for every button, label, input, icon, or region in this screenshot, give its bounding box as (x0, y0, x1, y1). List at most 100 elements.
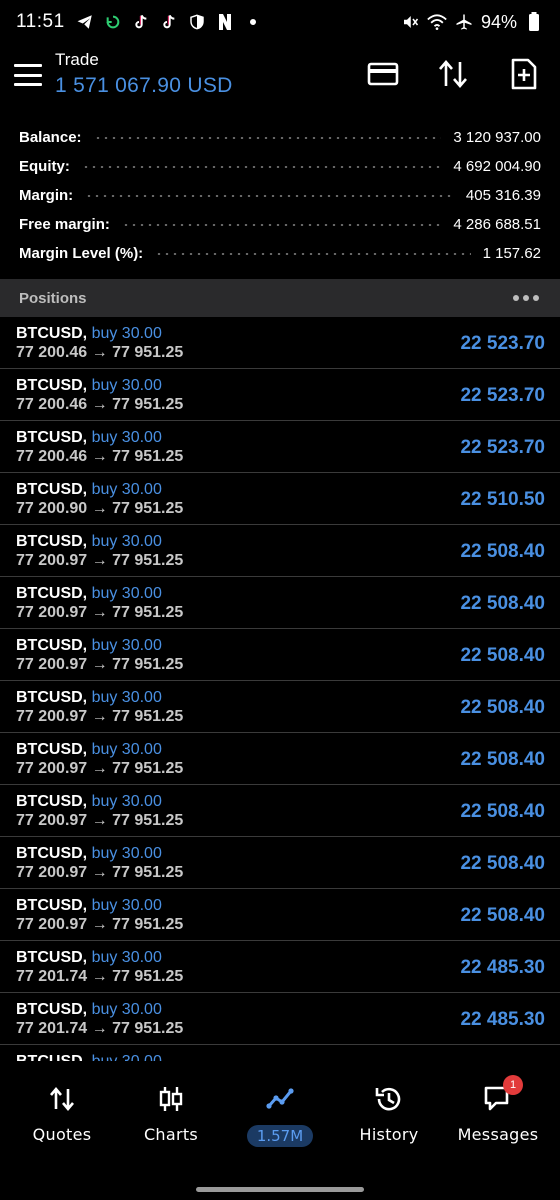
messages-badge: 1 (503, 1075, 523, 1095)
dot-icon (243, 12, 263, 32)
position-symbol: BTCUSD, (16, 377, 88, 394)
position-type: buy 30.00 (92, 1053, 162, 1061)
account-profit: 1 571 067.90 USD (55, 74, 233, 97)
position-row[interactable]: BTCUSD, buy 30.00 77 200.97 → 77 951.25 … (0, 733, 560, 785)
summary-row-margin-level: Margin Level (%): 1 157.62 (0, 239, 560, 268)
position-row[interactable]: BTCUSD, buy 30.00 77 200.97 → 77 951.25 … (0, 629, 560, 681)
position-symbol: BTCUSD, (16, 1001, 88, 1018)
position-symbol: BTCUSD, (16, 637, 88, 654)
nav-quotes[interactable]: Quotes (7, 1083, 117, 1153)
summary-row-free-margin: Free margin: 4 286 688.51 (0, 210, 560, 239)
dotted-leader (155, 252, 471, 255)
position-row[interactable]: BTCUSD, buy 30.00 77 200.97 → 77 951.25 … (0, 837, 560, 889)
position-type: buy 30.00 (91, 741, 162, 758)
position-row[interactable]: BTCUSD, buy 30.00 77 200.97 → 77 951.25 … (0, 577, 560, 629)
nav-trade-label: 1.57M (246, 1125, 314, 1147)
position-symbol: BTCUSD, (16, 481, 88, 498)
summary-label: Balance: (19, 129, 82, 146)
candlestick-icon (155, 1083, 187, 1115)
positions-section-header: Positions (0, 279, 560, 317)
screen: 11:51 94% Trade 1 571 067.90 USD Balance… (0, 0, 560, 1200)
position-row[interactable]: BTCUSD, buy 30.00 (0, 1045, 560, 1061)
position-profit: 22 508.40 (460, 593, 545, 614)
position-profit: 22 508.40 (460, 645, 545, 666)
deposit-button[interactable] (365, 56, 401, 92)
credit-card-icon (367, 62, 399, 86)
position-prices: 77 200.97 → 77 951.25 (16, 604, 184, 621)
app-header: Trade 1 571 067.90 USD (0, 44, 560, 106)
nav-label: Messages (457, 1125, 539, 1144)
status-bar: 11:51 94% (0, 0, 560, 44)
menu-button[interactable] (14, 64, 42, 86)
sort-arrows-icon (439, 60, 467, 88)
battery-percent: 94% (480, 11, 517, 32)
new-order-button[interactable] (506, 56, 542, 92)
position-row[interactable]: BTCUSD, buy 30.00 77 200.97 → 77 951.25 … (0, 681, 560, 733)
position-prices: 77 200.97 → 77 951.25 (16, 812, 184, 829)
page-title: Trade (55, 50, 99, 69)
position-row[interactable]: BTCUSD, buy 30.00 77 201.74 → 77 951.25 … (0, 993, 560, 1045)
position-type: buy 30.00 (91, 689, 162, 706)
position-symbol: BTCUSD, (16, 949, 88, 966)
position-type: buy 30.00 (91, 481, 162, 498)
position-row[interactable]: BTCUSD, buy 30.00 77 200.97 → 77 951.25 … (0, 785, 560, 837)
position-symbol: BTCUSD, (16, 897, 88, 914)
sync-icon (103, 12, 123, 32)
summary-label: Free margin: (19, 216, 110, 233)
status-time: 11:51 (16, 11, 65, 32)
summary-row-equity: Equity: 4 692 004.90 (0, 152, 560, 181)
menu-icon (14, 64, 42, 67)
dotted-leader (121, 223, 442, 226)
position-profit: 22 508.40 (460, 541, 545, 562)
position-symbol: BTCUSD, (16, 1053, 87, 1061)
positions-more-button[interactable] (511, 289, 541, 307)
position-type: buy 30.00 (91, 845, 162, 862)
tiktok-icon (159, 12, 179, 32)
position-symbol: BTCUSD, (16, 429, 88, 446)
position-symbol: BTCUSD, (16, 533, 88, 550)
position-profit: 22 508.40 (460, 853, 545, 874)
position-type: buy 30.00 (91, 429, 162, 446)
position-row[interactable]: BTCUSD, buy 30.00 77 200.46 → 77 951.25 … (0, 369, 560, 421)
position-prices: 77 201.74 → 77 951.25 (16, 968, 184, 985)
position-type: buy 30.00 (91, 325, 162, 342)
position-profit: 22 523.70 (460, 385, 545, 406)
n-app-icon (215, 12, 235, 32)
nav-label: Charts (143, 1125, 199, 1144)
nav-label: History (359, 1125, 419, 1144)
summary-value: 1 157.62 (482, 245, 541, 262)
position-profit: 22 523.70 (460, 437, 545, 458)
nav-history[interactable]: History (334, 1083, 444, 1153)
sort-button[interactable] (435, 56, 471, 92)
telegram-icon (75, 12, 95, 32)
position-symbol: BTCUSD, (16, 741, 88, 758)
dotted-leader (93, 136, 442, 139)
position-row[interactable]: BTCUSD, buy 30.00 77 200.97 → 77 951.25 … (0, 889, 560, 941)
position-row[interactable]: BTCUSD, buy 30.00 77 200.97 → 77 951.25 … (0, 525, 560, 577)
nav-charts[interactable]: Charts (116, 1083, 226, 1153)
positions-list: BTCUSD, buy 30.00 77 200.46 → 77 951.25 … (0, 317, 560, 1061)
trade-line-icon (264, 1083, 296, 1115)
summary-row-balance: Balance: 3 120 937.00 (0, 123, 560, 152)
account-summary: Balance: 3 120 937.00 Equity: 4 692 004.… (0, 123, 560, 268)
position-profit: 22 508.40 (460, 905, 545, 926)
nav-messages[interactable]: 1 Messages (443, 1075, 553, 1153)
summary-row-margin: Margin: 405 316.39 (0, 181, 560, 210)
wifi-icon (427, 12, 447, 32)
position-row[interactable]: BTCUSD, buy 30.00 77 201.74 → 77 951.25 … (0, 941, 560, 993)
position-row[interactable]: BTCUSD, buy 30.00 77 200.46 → 77 951.25 … (0, 317, 560, 369)
position-prices: 77 200.97 → 77 951.25 (16, 864, 184, 881)
positions-title: Positions (19, 289, 87, 307)
dotted-leader (81, 165, 442, 168)
messages-icon: 1 (482, 1075, 523, 1115)
summary-value: 4 692 004.90 (453, 158, 541, 175)
status-left: 11:51 (16, 11, 263, 33)
position-profit: 22 510.50 (460, 489, 545, 510)
nav-trade[interactable]: 1.57M (225, 1083, 335, 1153)
position-row[interactable]: BTCUSD, buy 30.00 77 200.90 → 77 951.25 … (0, 473, 560, 525)
home-indicator[interactable] (196, 1187, 364, 1192)
position-prices: 77 201.74 → 77 951.25 (16, 1020, 184, 1037)
position-symbol: BTCUSD, (16, 585, 88, 602)
nav-label: Quotes (32, 1125, 92, 1144)
position-row[interactable]: BTCUSD, buy 30.00 77 200.46 → 77 951.25 … (0, 421, 560, 473)
